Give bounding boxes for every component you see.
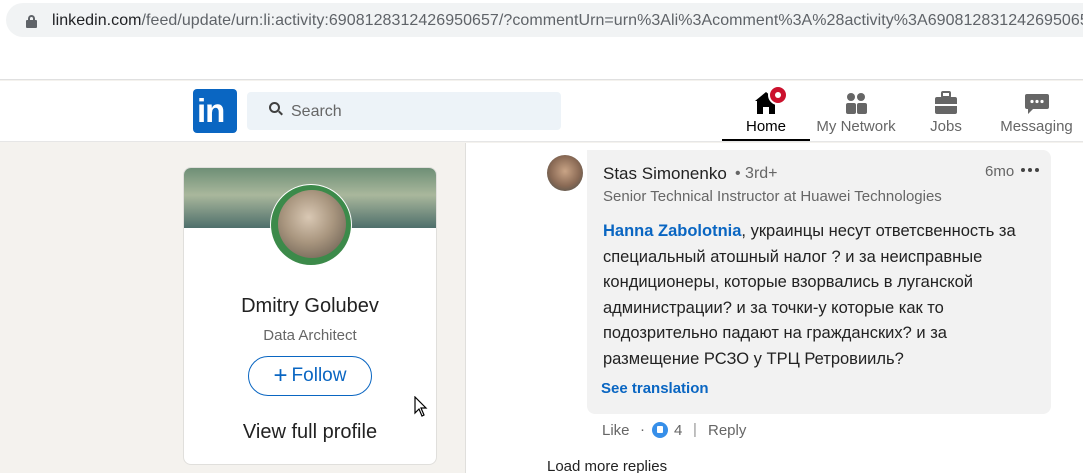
- nav-home-label: Home: [745, 118, 786, 135]
- comment-bubble: Stas Simonenko • 3rd+ Senior Technical I…: [587, 150, 1051, 414]
- linkedin-navbar: in Search Home My Network Jobs Messaging: [0, 81, 1083, 142]
- lock-icon[interactable]: [26, 15, 37, 29]
- nav-my-network[interactable]: My Network: [810, 87, 902, 141]
- load-more-replies-button[interactable]: Load more replies: [547, 458, 667, 473]
- see-translation-link[interactable]: See translation: [601, 380, 709, 397]
- search-input[interactable]: Search: [247, 92, 561, 130]
- separator-pipe: |: [693, 421, 697, 438]
- url-text[interactable]: linkedin.com/feed/update/urn:li:activity…: [52, 12, 1083, 30]
- url-field[interactable]: linkedin.com/feed/update/urn:li:activity…: [6, 3, 1083, 37]
- follow-button[interactable]: + Follow: [248, 356, 372, 396]
- profile-name[interactable]: Dmitry Golubev: [184, 295, 436, 318]
- people-icon: [846, 93, 867, 114]
- reaction-count[interactable]: 4: [674, 422, 682, 439]
- like-button[interactable]: Like: [602, 422, 630, 439]
- nav-my-network-label: My Network: [816, 118, 896, 135]
- comment-body-text: , украинцы несут ответсвенность за специ…: [603, 222, 1016, 368]
- separator-dot: ·: [640, 421, 645, 438]
- comment-timestamp: 6mo: [985, 163, 1015, 180]
- nav-home[interactable]: Home: [722, 85, 810, 141]
- more-options-icon[interactable]: [1021, 168, 1041, 174]
- briefcase-icon: [935, 91, 957, 114]
- nav-messaging[interactable]: Messaging: [994, 87, 1079, 141]
- url-host: linkedin.com: [52, 12, 142, 29]
- commenter-headline: Senior Technical Instructor at Huawei Te…: [603, 188, 942, 205]
- commenter-avatar[interactable]: [547, 155, 583, 191]
- chat-icon: [1024, 94, 1049, 114]
- search-icon: [269, 102, 283, 116]
- notification-badge: [768, 85, 788, 105]
- profile-title: Data Architect: [263, 327, 357, 344]
- nav-jobs-label: Jobs: [930, 118, 962, 135]
- avatar[interactable]: [270, 184, 352, 266]
- mention-link[interactable]: Hanna Zabolotnia: [603, 222, 741, 240]
- follow-label: Follow: [291, 365, 347, 386]
- profile-photo: [278, 190, 346, 258]
- nav-messaging-label: Messaging: [1000, 118, 1073, 135]
- linkedin-logo[interactable]: in: [193, 89, 237, 133]
- browser-address-bar: linkedin.com/feed/update/urn:li:activity…: [0, 0, 1083, 40]
- plus-icon: +: [273, 362, 288, 389]
- logo-text: in: [197, 92, 225, 129]
- commenter-name[interactable]: Stas Simonenko: [603, 164, 727, 184]
- url-path: /feed/update/urn:li:activity:69081283124…: [141, 12, 1083, 29]
- mouse-cursor-icon: [414, 396, 428, 417]
- reply-button[interactable]: Reply: [708, 422, 746, 439]
- search-placeholder: Search: [291, 103, 342, 120]
- view-full-profile-link[interactable]: View full profile: [184, 421, 436, 444]
- connection-degree: • 3rd+: [735, 165, 778, 182]
- bookmark-bar: [0, 40, 1083, 80]
- profile-card: Dmitry Golubev Data Architect + Follow Vi…: [183, 167, 437, 465]
- feed-comments: Stas Simonenko • 3rd+ Senior Technical I…: [465, 143, 1083, 473]
- nav-jobs[interactable]: Jobs: [908, 87, 984, 141]
- like-reaction-icon[interactable]: [652, 422, 668, 438]
- comment-text: Hanna Zabolotnia, украинцы несут ответсв…: [603, 219, 1043, 372]
